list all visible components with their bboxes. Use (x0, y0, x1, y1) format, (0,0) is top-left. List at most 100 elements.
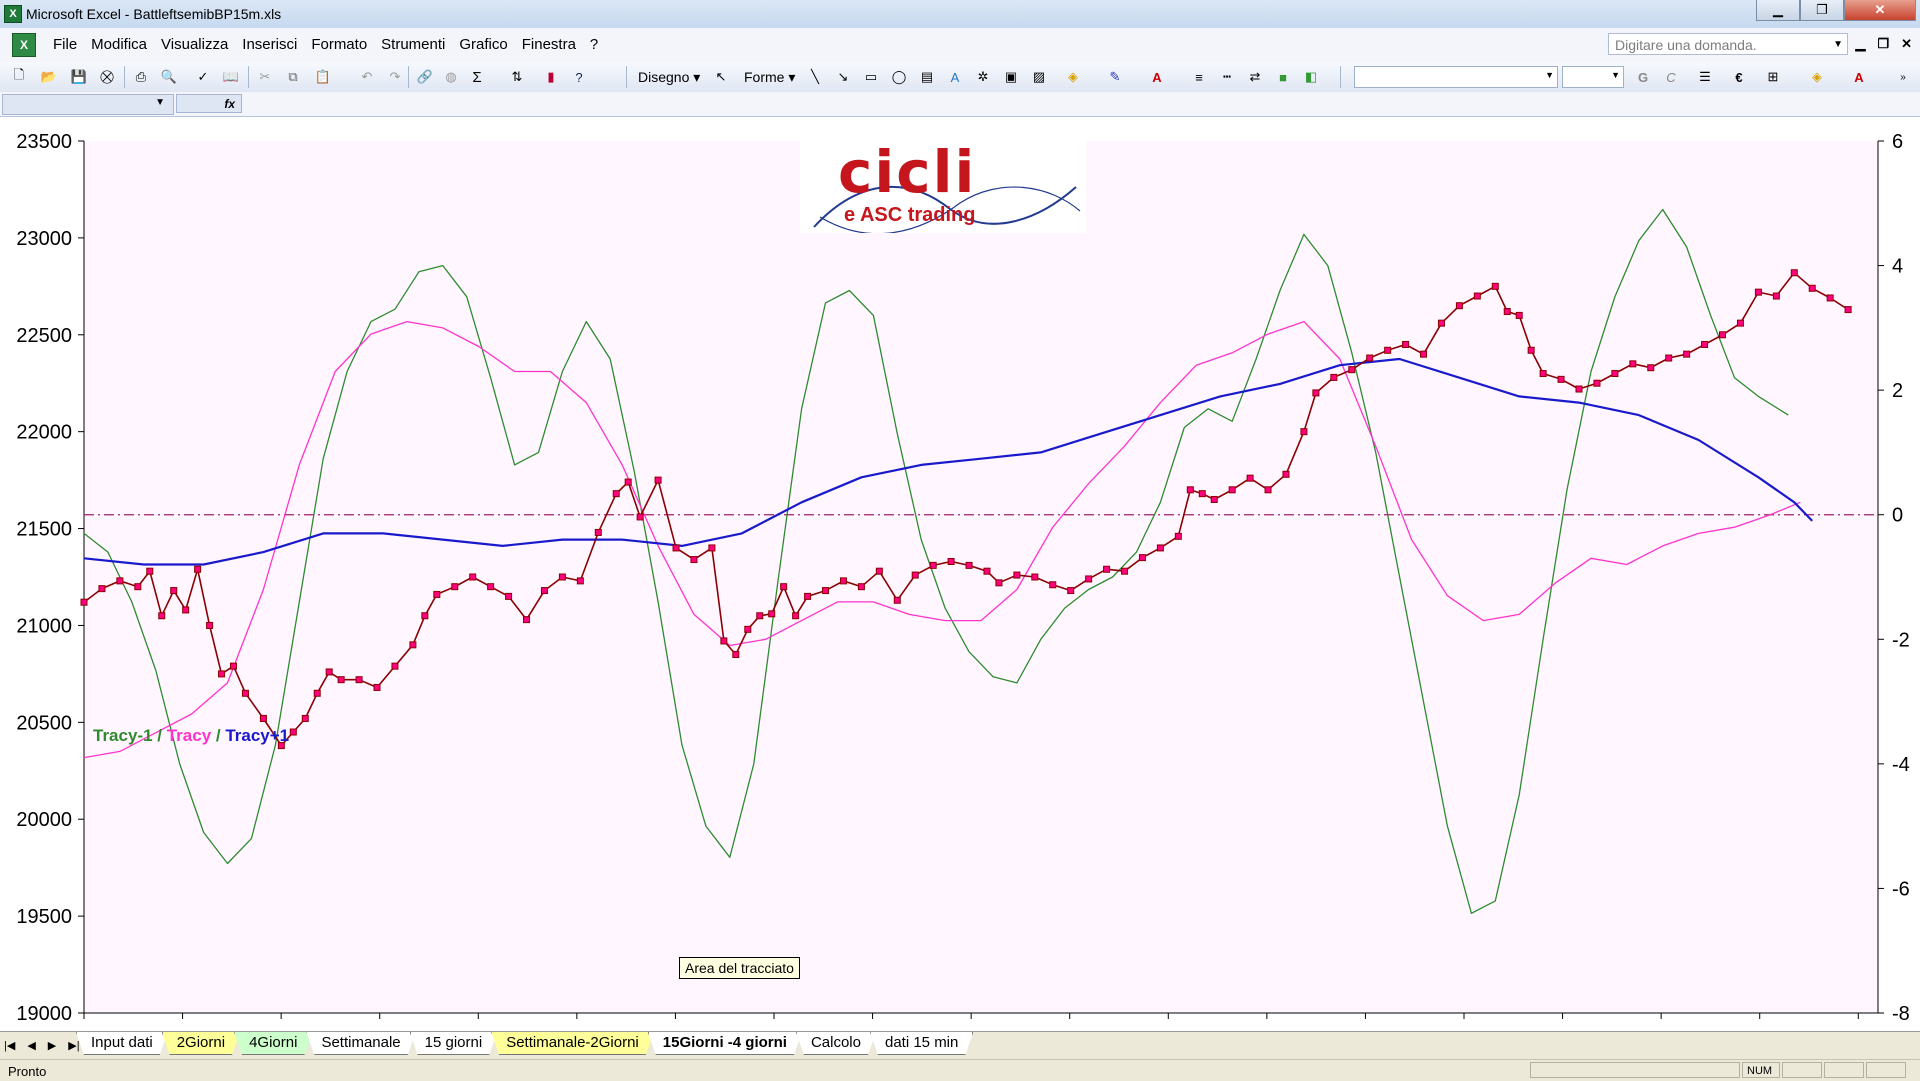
formula-bar: ▼ fx (0, 92, 1920, 117)
font-name-select[interactable]: ▼ (1354, 66, 1558, 88)
rectangle-icon[interactable]: ▭ (860, 67, 882, 87)
next-sheet-icon[interactable]: ▶ (48, 1039, 56, 1052)
picture-icon[interactable]: ▨ (1028, 67, 1050, 87)
open-icon[interactable]: 📂 (38, 67, 60, 87)
redo-icon[interactable]: ↷ (384, 67, 406, 87)
menu-item-formato[interactable]: Formato (304, 36, 374, 53)
price-marker (373, 683, 381, 691)
hyperlink-icon[interactable]: 🔗 (414, 67, 436, 87)
shapes-menu[interactable]: Forme ▾ (744, 69, 795, 86)
menu-item-grafico[interactable]: Grafico (452, 36, 514, 53)
diagram-icon[interactable]: ✲ (972, 67, 994, 87)
autosum-icon[interactable]: Σ (466, 67, 488, 87)
sheet-tab[interactable]: 2Giorni (162, 1032, 240, 1055)
line-color-icon[interactable]: ✎ (1104, 67, 1126, 87)
name-box[interactable]: ▼ (2, 94, 174, 115)
copy-icon[interactable]: ⧉ (282, 67, 304, 87)
prev-sheet-icon[interactable]: ◀ (27, 1039, 35, 1052)
drawing-menu[interactable]: Disegno ▾ (638, 69, 700, 86)
sheet-tab[interactable]: Calcolo (796, 1032, 876, 1055)
minimize-icon[interactable]: ▁ (1756, 0, 1800, 21)
restore-icon[interactable]: ❐ (1800, 0, 1844, 21)
sheet-tab[interactable]: dati 15 min (870, 1032, 973, 1055)
permission-icon[interactable]: ⛒ (96, 67, 118, 87)
price-marker (301, 714, 309, 722)
toolbar-options-icon[interactable]: » (1892, 67, 1914, 87)
borders-icon[interactable]: ⊞ (1762, 67, 1784, 87)
menu-item-file[interactable]: File (46, 36, 84, 53)
align-center-icon[interactable]: ☰ (1694, 67, 1716, 87)
web-icon[interactable]: ◍ (440, 67, 462, 87)
price-marker (1647, 364, 1655, 372)
font-color-icon[interactable]: A (1146, 67, 1168, 87)
workbook-icon[interactable]: X (12, 33, 36, 57)
first-sheet-icon[interactable]: |◀ (4, 1039, 15, 1052)
menu-item-finestra[interactable]: Finestra (515, 36, 583, 53)
cicli-logo[interactable]: cicli e ASC trading (800, 137, 1086, 233)
doc-close-icon[interactable]: ✕ (1901, 36, 1912, 52)
chart-area[interactable]: 19000 19500 20000 20500 21000 21500 22000 22500… (0, 117, 1920, 1031)
excel-icon[interactable]: X (4, 5, 22, 23)
select-objects-icon[interactable]: ↖ (710, 67, 732, 87)
arrow-icon[interactable]: ↘ (832, 67, 854, 87)
doc-minimize-icon[interactable]: ▁ (1855, 36, 1865, 52)
menu-item-inserisci[interactable]: Inserisci (235, 36, 304, 53)
price-marker (313, 689, 321, 697)
line-icon[interactable]: ╲ (804, 67, 826, 87)
print-preview-icon[interactable]: 🔍 (158, 67, 180, 87)
cut-icon[interactable]: ✂ (254, 67, 276, 87)
print-icon[interactable]: ⎙ (130, 67, 152, 87)
doc-restore-icon[interactable]: ❐ (1877, 36, 1889, 52)
last-sheet-icon[interactable]: ▶| (68, 1039, 79, 1052)
spelling-icon[interactable]: ✓ (192, 67, 214, 87)
research-icon[interactable]: 📖 (220, 67, 242, 87)
italic-button[interactable]: C (1660, 67, 1682, 87)
line-style-icon[interactable]: ≡ (1188, 67, 1210, 87)
undo-icon[interactable]: ↶ (356, 67, 378, 87)
euro-button[interactable]: € (1728, 67, 1750, 87)
menu-item-visualizza[interactable]: Visualizza (154, 36, 235, 53)
wordart-icon[interactable]: A (944, 67, 966, 87)
price-marker (965, 561, 973, 569)
save-icon[interactable]: 💾 (68, 67, 90, 87)
chart-wizard-icon[interactable]: ▮ (540, 67, 562, 87)
sort-icon[interactable]: ⇅ (506, 67, 528, 87)
sheet-tab[interactable]: Settimanale-2Giorni (491, 1032, 654, 1055)
menu-item-modifica[interactable]: Modifica (84, 36, 154, 53)
chevron-down-icon[interactable]: ▼ (1611, 70, 1620, 80)
chart-legend[interactable]: Tracy-1 / Tracy / Tracy+1 (93, 726, 289, 746)
oval-icon[interactable]: ◯ (888, 67, 910, 87)
highlight-icon[interactable]: ◈ (1806, 67, 1828, 87)
menu-item-strumenti[interactable]: Strumenti (374, 36, 452, 53)
font-size-select[interactable]: ▼ (1562, 66, 1624, 88)
menu-item-help[interactable]: ? (583, 36, 605, 53)
help-icon[interactable]: ? (568, 67, 590, 87)
dash-style-icon[interactable]: ┅ (1216, 67, 1238, 87)
new-icon[interactable]: 🗋 (8, 67, 30, 87)
ask-question-input[interactable]: Digitare una domanda. ▼ (1608, 33, 1848, 55)
sheet-tab[interactable]: Settimanale (306, 1032, 415, 1055)
arrow-style-icon[interactable]: ⇄ (1244, 67, 1266, 87)
clipart-icon[interactable]: ▣ (1000, 67, 1022, 87)
chevron-down-icon[interactable]: ▼ (1545, 70, 1554, 80)
fill-color-icon[interactable]: ◈ (1062, 67, 1084, 87)
close-icon[interactable]: ✕ (1844, 0, 1916, 21)
sheet-tab[interactable]: Input dati (76, 1032, 168, 1055)
chevron-down-icon[interactable]: ▼ (155, 97, 165, 108)
price-marker (1719, 331, 1727, 339)
chart-sheet[interactable]: 19000 19500 20000 20500 21000 21500 22000 22500… (0, 117, 1920, 1031)
font-color-icon[interactable]: A (1848, 67, 1870, 87)
sheet-tab[interactable]: 15 giorni (410, 1032, 498, 1055)
chevron-down-icon[interactable]: ▼ (1833, 34, 1843, 56)
paste-icon[interactable]: 📋 (312, 67, 334, 87)
sheet-tab[interactable]: 15Giorni -4 giorni (648, 1032, 802, 1055)
textbox-icon[interactable]: ▤ (916, 67, 938, 87)
price-marker (409, 641, 417, 649)
3d-icon[interactable]: ◧ (1300, 67, 1322, 87)
drawing-label: Disegno (638, 69, 690, 85)
insert-function-button[interactable]: fx (176, 94, 242, 113)
shadow-icon[interactable]: ■ (1272, 67, 1294, 87)
bold-button[interactable]: G (1632, 67, 1654, 87)
y-tick-label: 20000 (16, 809, 72, 831)
sheet-tab[interactable]: 4Giorni (234, 1032, 312, 1055)
